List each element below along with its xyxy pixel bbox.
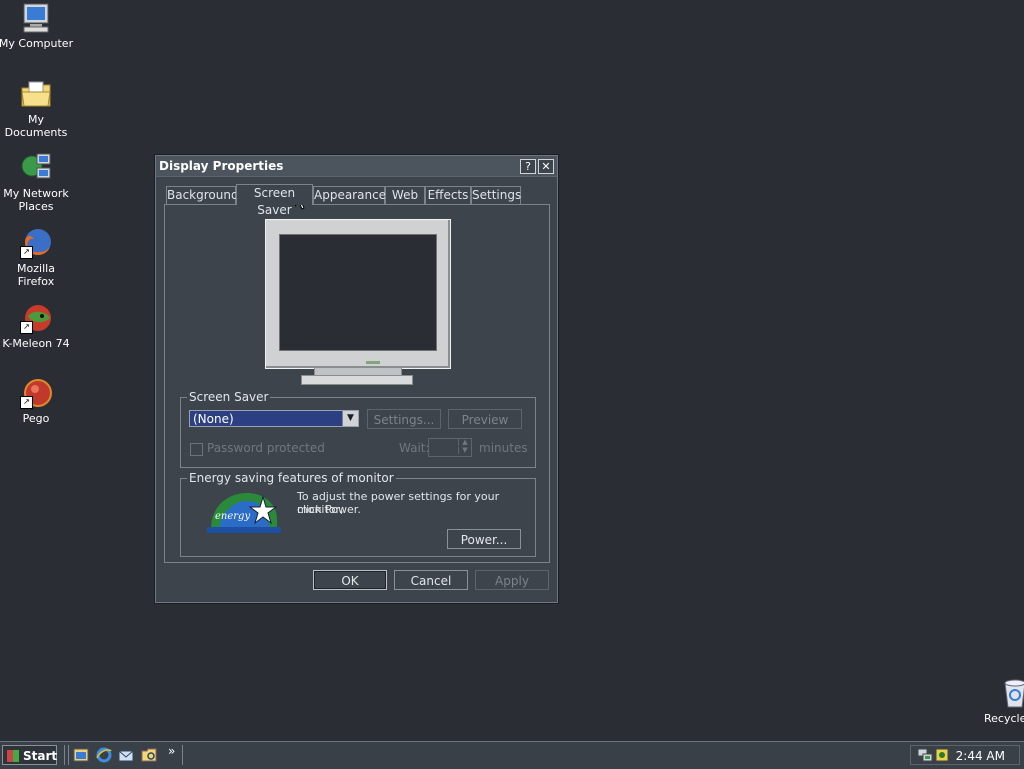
- show-desktop-icon[interactable]: [73, 747, 89, 763]
- desktop-icon-label: My Documents: [4, 113, 68, 139]
- desktop-icon-pego[interactable]: ↗ Pego: [0, 377, 74, 425]
- preview-button[interactable]: Preview: [448, 409, 522, 429]
- desktop-icon-k-meleon[interactable]: ↗ K-Meleon 74: [0, 302, 74, 350]
- screen-saver-panel: Screen Saver (None) ▼ Settings... Previe…: [164, 204, 550, 563]
- desktop-icon-my-computer[interactable]: My Computer: [0, 2, 74, 50]
- energy-saving-group-label: Energy saving features of monitor: [187, 471, 396, 485]
- outlook-express-icon[interactable]: [118, 747, 134, 763]
- desktop-icon-label: My Computer: [0, 37, 74, 50]
- tab-effects[interactable]: Effects: [425, 186, 471, 204]
- pego-icon: ↗: [20, 377, 52, 409]
- tab-appearance[interactable]: Appearance: [313, 186, 386, 204]
- cancel-button[interactable]: Cancel: [394, 570, 468, 590]
- close-button[interactable]: ✕: [538, 159, 554, 174]
- tab-settings[interactable]: Settings: [471, 186, 521, 204]
- wait-label: Wait:: [399, 441, 430, 455]
- taskbar-divider: [182, 745, 185, 765]
- minutes-label: minutes: [479, 441, 528, 455]
- desktop-icon-label: My Network: [3, 187, 69, 200]
- settings-button[interactable]: Settings...: [367, 409, 441, 429]
- spin-up-icon[interactable]: ▲: [458, 439, 471, 446]
- display-properties-dialog: Display Properties ? ✕ Background Screen…: [155, 155, 558, 603]
- start-label: Start: [23, 749, 58, 763]
- shortcut-arrow-icon: ↗: [20, 321, 33, 334]
- dropdown-arrow-icon[interactable]: ▼: [342, 411, 358, 426]
- desktop-icon-label: Mozilla Firefox: [17, 262, 55, 288]
- network-status-icon[interactable]: [917, 748, 933, 765]
- desktop-icon-my-network-places[interactable]: My Network Places: [0, 152, 74, 213]
- windows-flag-icon: [7, 750, 19, 762]
- taskbar-divider: [64, 745, 69, 765]
- quick-launch-more-chevron[interactable]: »: [168, 744, 175, 758]
- desktop-icon-recycle-bin[interactable]: Recycle: [971, 677, 1024, 725]
- taskbar: Start » 2:44 AM: [0, 741, 1024, 769]
- energy-text-line2: click Power.: [297, 503, 361, 516]
- spin-down-icon[interactable]: ▼: [458, 447, 471, 454]
- screen-saver-selected-value: (None): [193, 412, 234, 426]
- ok-button[interactable]: OK: [313, 570, 387, 590]
- desktop-icon-label: Pego: [22, 412, 50, 425]
- monitor-screen: [279, 234, 437, 351]
- energy-logo-text: energy: [215, 511, 251, 522]
- help-button[interactable]: ?: [520, 159, 536, 174]
- dialog-titlebar[interactable]: Display Properties ? ✕: [156, 156, 557, 177]
- windows-explorer-icon[interactable]: [141, 747, 157, 763]
- monitor-stand-base: [301, 375, 413, 385]
- desktop-icon-my-documents[interactable]: My Documents: [0, 78, 74, 139]
- start-button[interactable]: Start: [2, 745, 57, 765]
- screen-saver-select[interactable]: (None) ▼: [189, 410, 359, 427]
- energy-saving-group: Energy saving features of monitor energy…: [180, 471, 536, 557]
- tray-app-icon[interactable]: [935, 748, 949, 765]
- desktop-icon-label: K-Meleon 74: [2, 337, 70, 350]
- desktop-icon-mozilla-firefox[interactable]: ↗ Mozilla Firefox: [0, 227, 74, 288]
- monitor-power-led: [366, 361, 380, 364]
- tab-background[interactable]: Background: [166, 186, 239, 204]
- internet-explorer-icon[interactable]: [96, 747, 112, 763]
- shortcut-arrow-icon: ↗: [20, 396, 33, 409]
- clock: 2:44 AM: [955, 749, 1005, 763]
- folder-documents-icon: [20, 78, 52, 110]
- dialog-title: Display Properties: [159, 159, 284, 173]
- desktop-icon-label: Recycle: [984, 712, 1024, 725]
- wait-minutes-spinner[interactable]: ▲ ▼: [428, 438, 472, 457]
- tab-web[interactable]: Web: [385, 186, 425, 204]
- apply-button[interactable]: Apply: [475, 570, 549, 590]
- monitor-preview: [265, 219, 451, 369]
- password-protected-label: Password protected: [207, 441, 325, 455]
- recycle-bin-icon: [999, 677, 1024, 709]
- network-places-icon: [20, 152, 52, 184]
- system-tray: 2:44 AM: [910, 745, 1020, 765]
- desktop-icon-label-line2: Places: [18, 200, 54, 213]
- screen-saver-group: Screen Saver (None) ▼ Settings... Previe…: [180, 390, 536, 468]
- tab-screen-saver[interactable]: Screen Saver: [236, 184, 313, 217]
- kmeleon-icon: ↗: [20, 302, 52, 334]
- password-protected-checkbox[interactable]: [190, 443, 203, 456]
- computer-icon: [20, 2, 52, 34]
- shortcut-arrow-icon: ↗: [20, 246, 33, 259]
- energy-star-logo: energy: [207, 489, 281, 535]
- screen-saver-group-label: Screen Saver: [187, 390, 271, 404]
- firefox-icon: ↗: [20, 227, 52, 259]
- power-button[interactable]: Power...: [447, 529, 521, 549]
